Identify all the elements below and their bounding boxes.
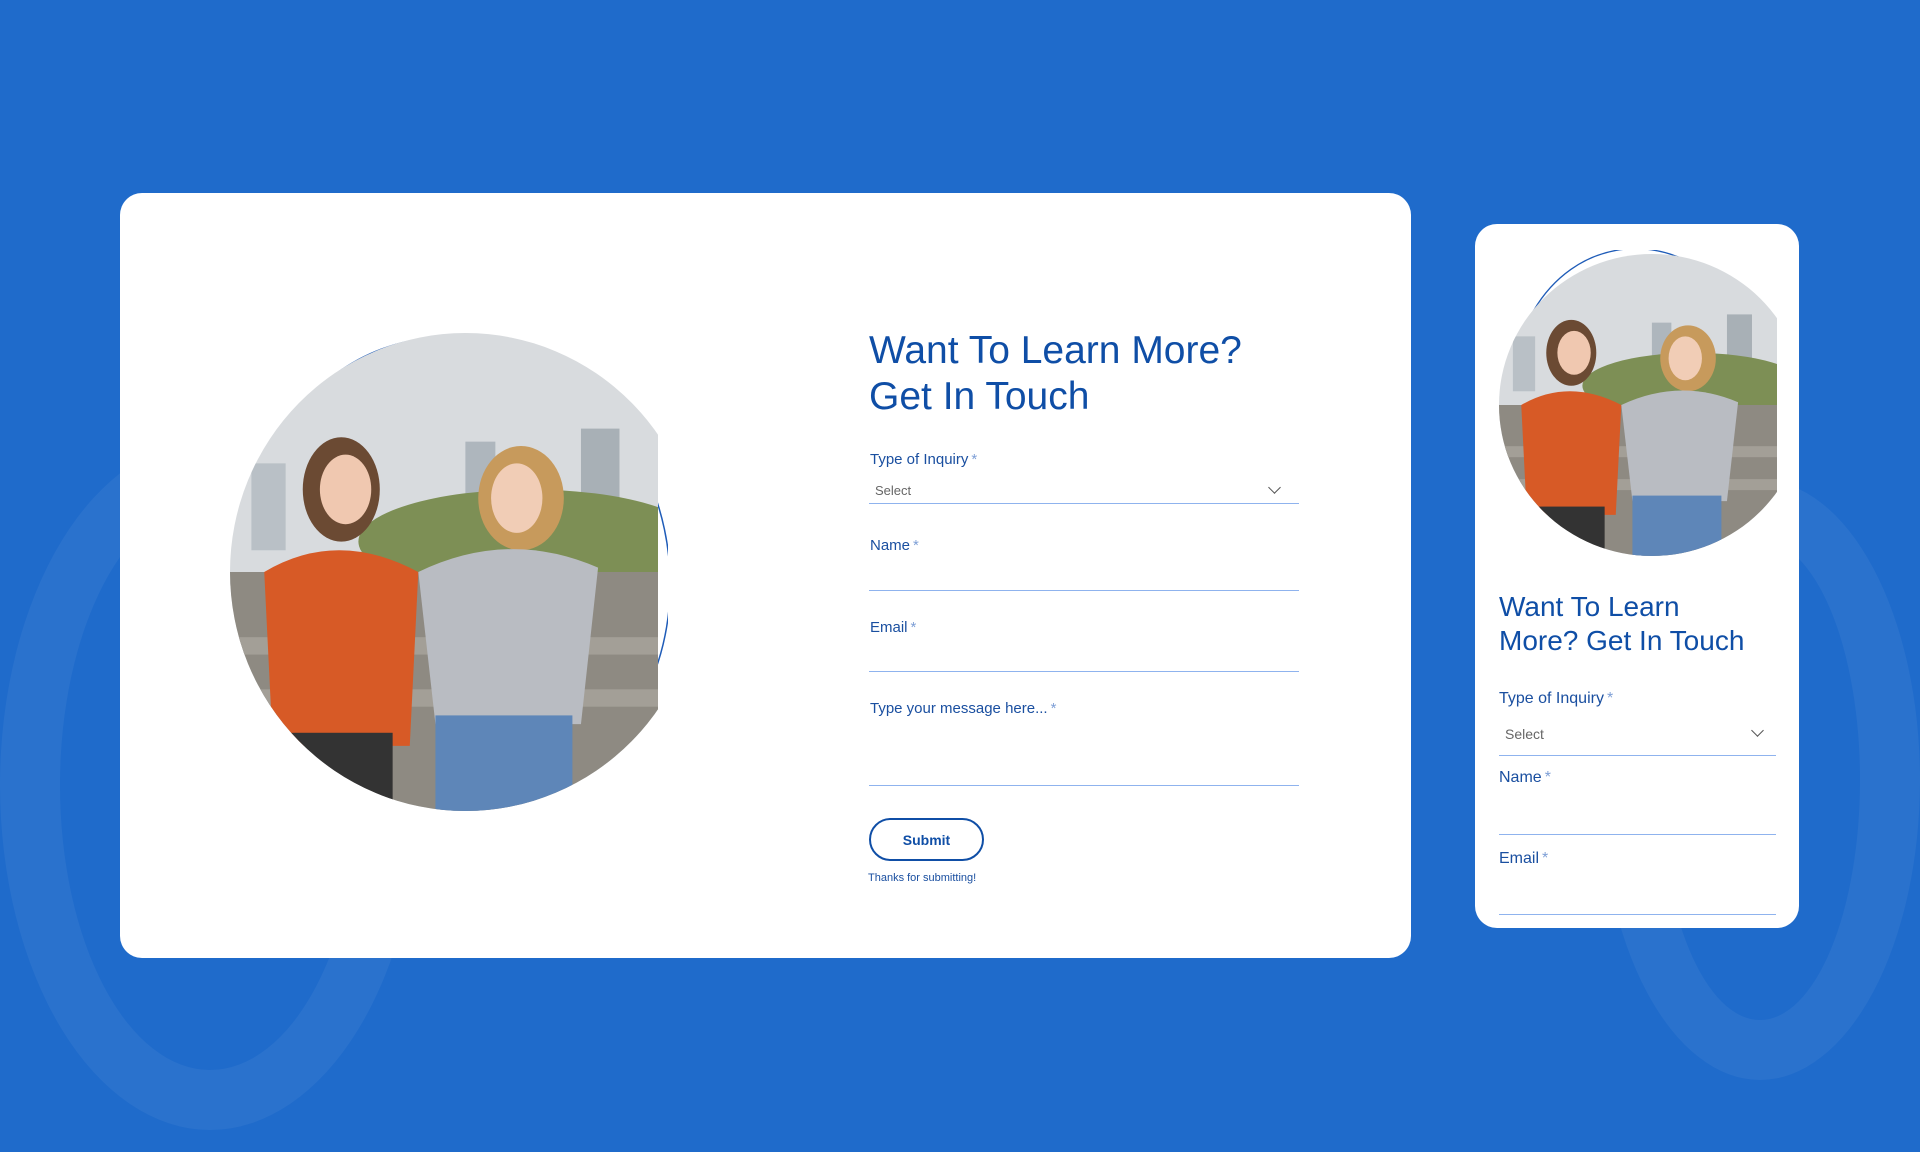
email-label: Email * (870, 619, 917, 636)
chevron-down-icon (1268, 481, 1281, 494)
mobile-name-underline (1499, 834, 1776, 835)
submit-confirmation: Thanks for submitting! (868, 872, 977, 884)
mobile-email-input[interactable] (1499, 879, 1776, 911)
chevron-down-icon (1751, 724, 1764, 737)
message-input[interactable] (869, 721, 1299, 783)
name-label: Name * (870, 537, 919, 554)
message-underline (869, 785, 1299, 786)
page-title: Want To Learn More? Get In Touch (869, 329, 1242, 418)
name-input[interactable] (869, 558, 1299, 588)
email-input[interactable] (869, 640, 1299, 670)
inquiry-underline (869, 503, 1299, 504)
mobile-inquiry-label: Type of Inquiry * (1499, 690, 1614, 707)
hero-photo (230, 333, 668, 811)
submit-button[interactable]: Submit (869, 818, 984, 861)
mobile-contact-card: Want To Learn More? Get In Touch Type of … (1475, 224, 1799, 928)
mobile-inquiry-underline (1499, 755, 1776, 756)
mobile-name-input[interactable] (1499, 799, 1776, 831)
mobile-inquiry-select[interactable]: Select (1499, 724, 1776, 750)
hero-photo-mobile (1499, 250, 1777, 556)
desktop-contact-card: Want To Learn More? Get In Touch Type of … (120, 193, 1411, 958)
inquiry-select[interactable]: Select (869, 481, 1299, 505)
name-underline (869, 590, 1299, 591)
inquiry-select-value: Select (875, 483, 912, 498)
mobile-email-underline (1499, 914, 1776, 915)
mobile-email-label: Email * (1499, 850, 1549, 867)
mobile-inquiry-select-value: Select (1505, 726, 1544, 742)
inquiry-label: Type of Inquiry * (870, 451, 978, 468)
mobile-name-label: Name * (1499, 769, 1551, 786)
mobile-page-title: Want To Learn More? Get In Touch (1499, 591, 1745, 656)
email-underline (869, 671, 1299, 672)
message-label: Type your message here... * (870, 700, 1057, 717)
